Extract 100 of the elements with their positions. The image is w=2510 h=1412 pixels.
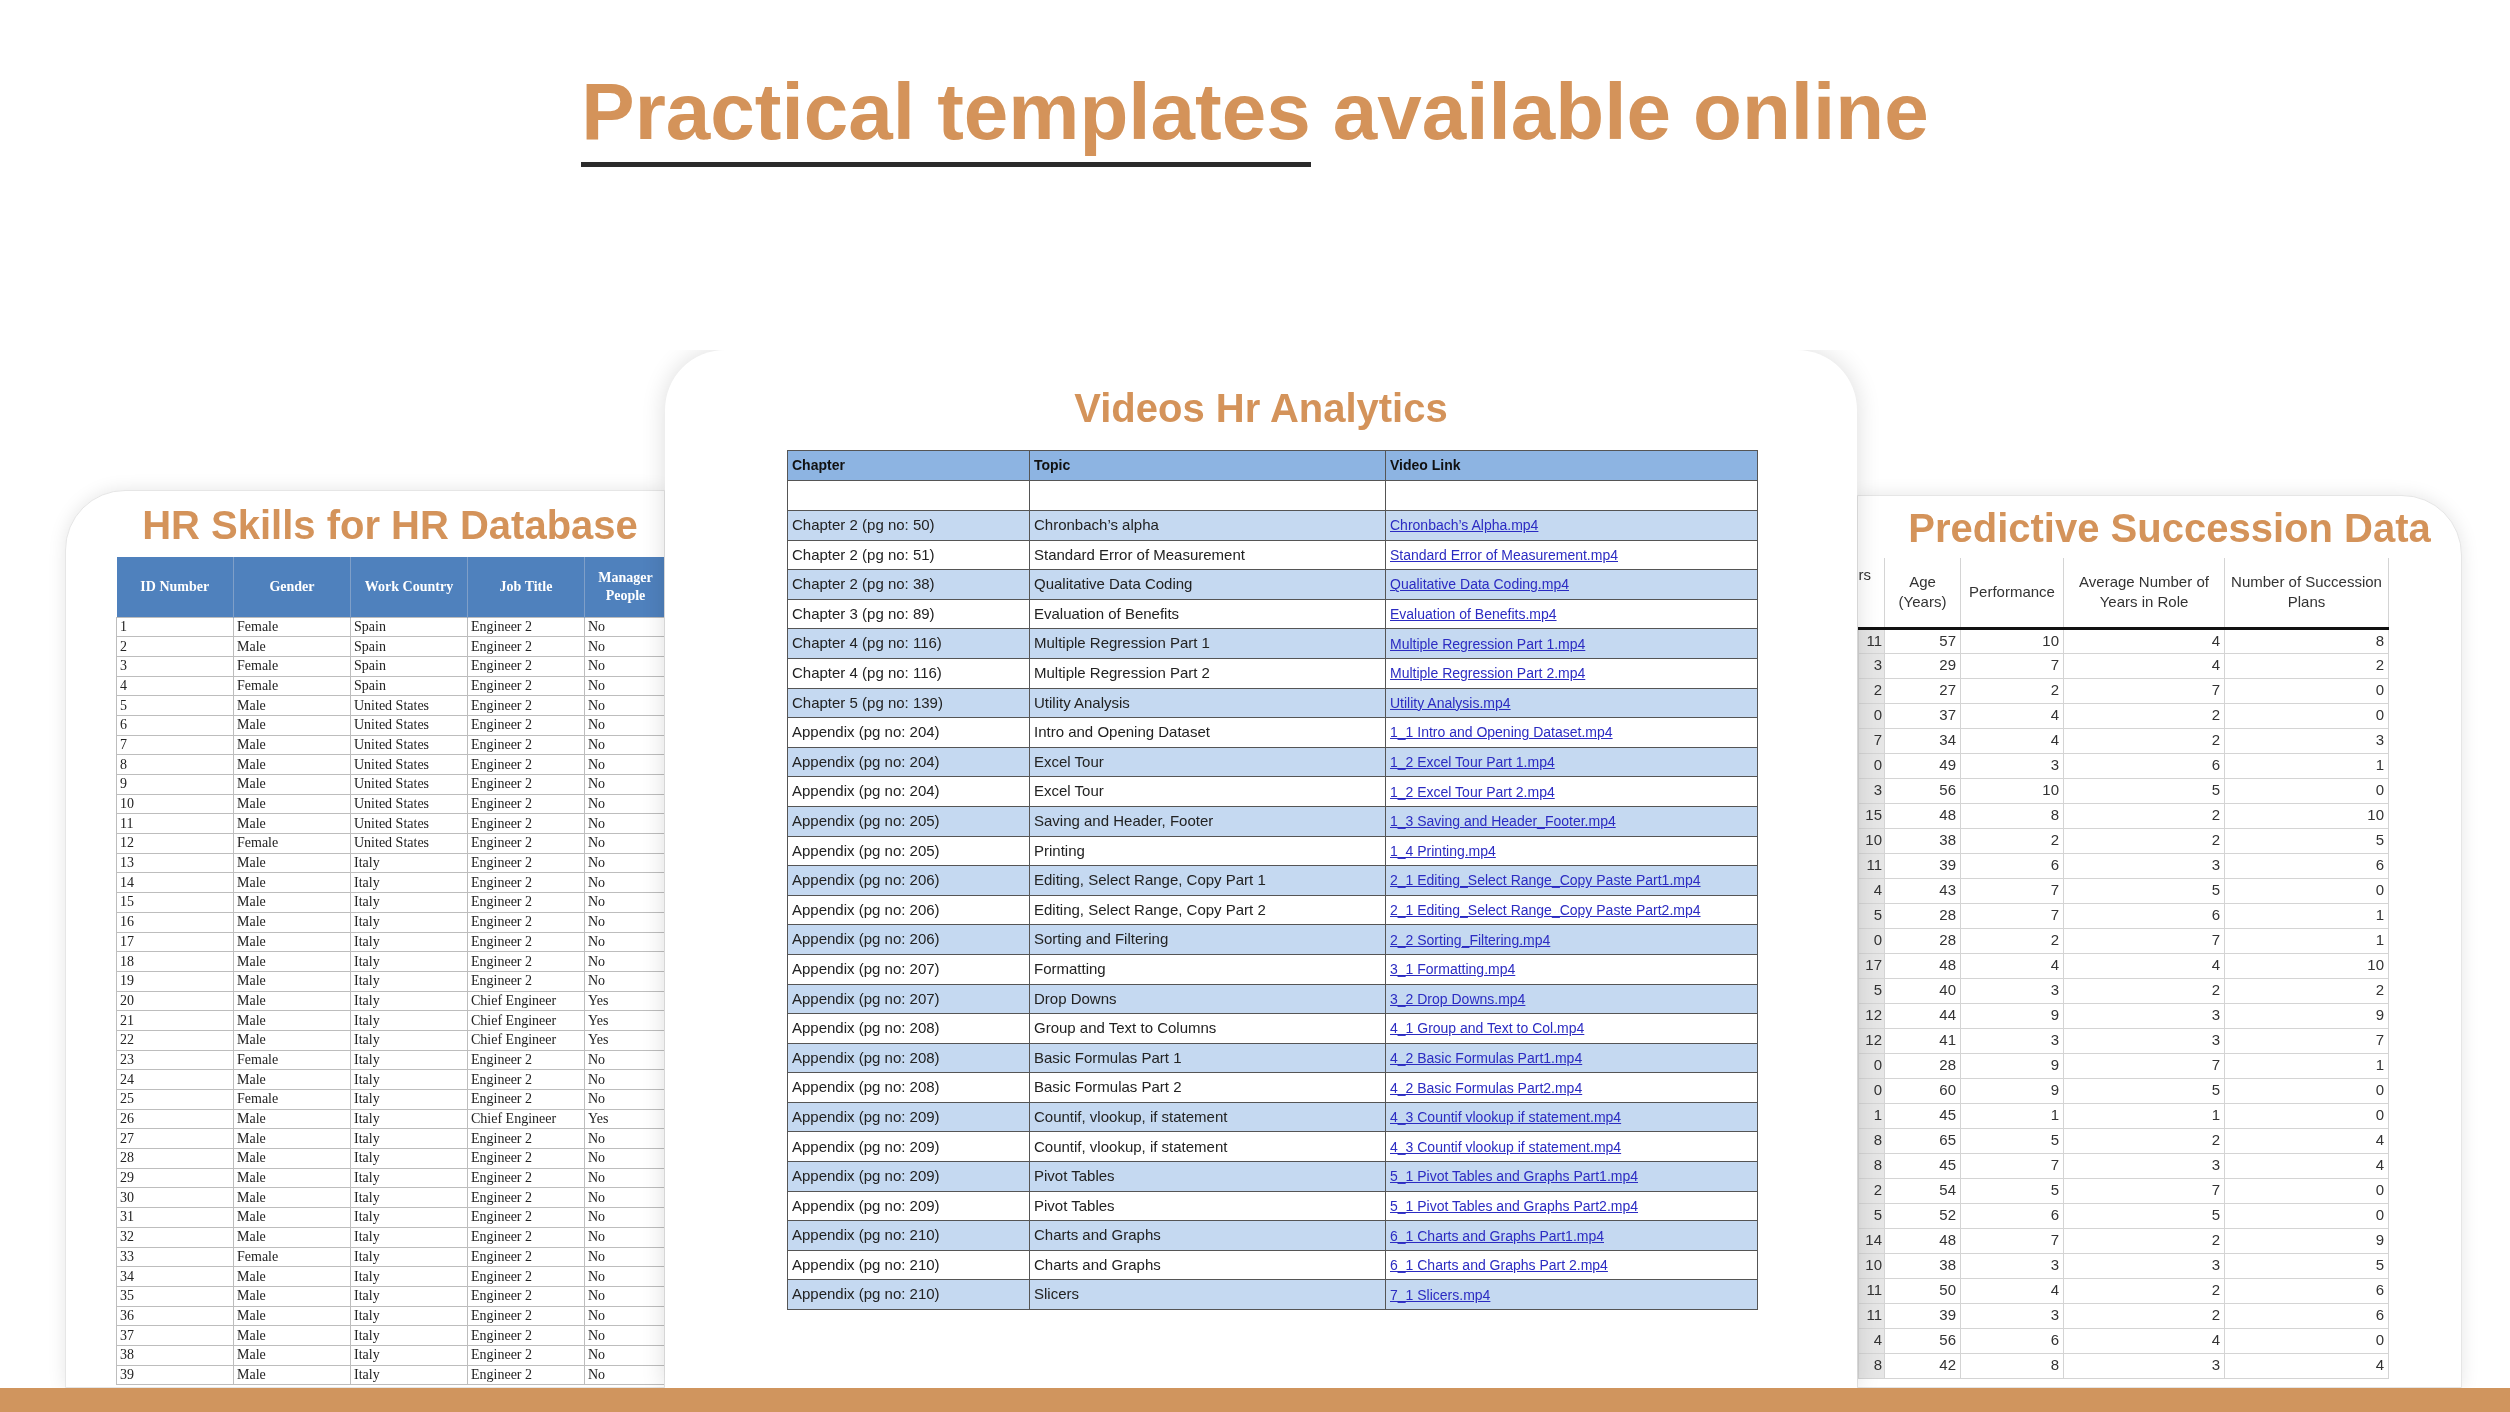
- video-link[interactable]: Standard Error of Measurement.mp4: [1390, 546, 1618, 563]
- table-cell: 3: [2063, 1353, 2225, 1378]
- table-cell: 0: [2224, 1103, 2389, 1128]
- table-cell: Spain: [350, 617, 468, 637]
- table-cell: 0: [2224, 778, 2389, 803]
- video-link[interactable]: Utility Analysis.mp4: [1390, 694, 1511, 711]
- table-cell: Chapter 4 (pg no: 116): [787, 628, 1030, 659]
- panel-title: Predictive Succession Data: [1907, 505, 2432, 552]
- table-cell: Italy: [350, 892, 468, 913]
- table-cell: 27: [116, 1128, 234, 1149]
- table-cell: 6: [2063, 903, 2225, 928]
- table-cell: Male: [233, 1286, 351, 1307]
- video-link[interactable]: 1_2 Excel Tour Part 2.mp4: [1390, 783, 1555, 800]
- table-cell: Appendix (pg no: 210): [787, 1279, 1030, 1310]
- video-link[interactable]: 2_2 Sorting_Filtering.mp4: [1390, 931, 1551, 948]
- table-cell: 2: [2063, 703, 2225, 728]
- video-link[interactable]: 7_1 Slicers.mp4: [1390, 1286, 1491, 1303]
- table-cell: 8: [116, 754, 234, 775]
- table-cell: 8: [1858, 1128, 1885, 1153]
- video-link[interactable]: 4_2 Basic Formulas Part2.mp4: [1390, 1079, 1583, 1096]
- table-cell: 0: [1858, 1078, 1885, 1103]
- video-link[interactable]: Multiple Regression Part 1.mp4: [1390, 635, 1586, 652]
- video-link[interactable]: Multiple Regression Part 2.mp4: [1390, 665, 1586, 682]
- video-link[interactable]: 1_3 Saving and Header_Footer.mp4: [1390, 813, 1616, 830]
- table-cell: 6: [1960, 1328, 2064, 1353]
- table-cell: 40: [1884, 978, 1961, 1003]
- table-cell: 30: [116, 1187, 234, 1208]
- table-cell: 24: [116, 1069, 234, 1090]
- table-cell: Basic Formulas Part 2: [1029, 1072, 1386, 1103]
- table-cell: Engineer 2: [467, 892, 585, 913]
- video-link[interactable]: 2_1 Editing_Select Range_Copy Paste Part1.mp4: [1390, 872, 1701, 889]
- table-cell: 5: [2224, 828, 2389, 853]
- table-cell: Appendix (pg no: 206): [787, 924, 1030, 955]
- table-cell: Male: [233, 754, 351, 775]
- table-cell: 6: [2224, 1278, 2389, 1303]
- video-link[interactable]: 5_1 Pivot Tables and Graphs Part2.mp4: [1390, 1197, 1638, 1214]
- column-header: Job Title: [467, 557, 585, 617]
- video-link[interactable]: 3_2 Drop Downs.mp4: [1390, 990, 1526, 1007]
- table-cell: United States: [350, 833, 468, 854]
- table-cell: 6: [1960, 853, 2064, 878]
- table-cell: 4: [2063, 1328, 2225, 1353]
- table-cell: Engineer 2: [467, 1306, 585, 1326]
- video-link[interactable]: 1_1 Intro and Opening Dataset.mp4: [1390, 724, 1613, 741]
- table-cell: Italy: [350, 1207, 468, 1228]
- video-link[interactable]: 1_2 Excel Tour Part 1.mp4: [1390, 754, 1555, 771]
- table-cell: 9: [1960, 1078, 2064, 1103]
- table-cell: 12: [1858, 1003, 1885, 1028]
- video-link[interactable]: Qualitative Data Coding.mp4: [1390, 576, 1569, 593]
- table-cell: Male: [233, 1168, 351, 1188]
- table-cell: Appendix (pg no: 207): [787, 984, 1030, 1014]
- table-cell: 0: [1858, 703, 1885, 728]
- table-cell: 34: [116, 1266, 234, 1287]
- video-link[interactable]: Chronbach’s Alpha.mp4: [1390, 517, 1539, 534]
- table-cell: Excel Tour: [1029, 747, 1386, 777]
- video-link[interactable]: 1_4 Printing.mp4: [1390, 842, 1496, 859]
- table-cell: 17: [1858, 953, 1885, 978]
- table-cell: 4: [1960, 728, 2064, 753]
- video-link[interactable]: 6_1 Charts and Graphs Part 2.mp4: [1390, 1257, 1608, 1274]
- video-link[interactable]: 4_1 Group and Text to Col.mp4: [1390, 1020, 1585, 1037]
- table-cell: 26: [116, 1109, 234, 1129]
- table-cell: 4: [1960, 953, 2064, 978]
- table-cell: 28: [1884, 928, 1961, 953]
- table-cell: 10: [1858, 1253, 1885, 1278]
- table-cell: 56: [1884, 1328, 1961, 1353]
- table-cell: Engineer 2: [467, 1168, 585, 1188]
- table-cell: Engineer 2: [467, 951, 585, 972]
- table-cell: 15: [116, 892, 234, 913]
- table-cell: Male: [233, 872, 351, 893]
- table-cell: 0: [2224, 1203, 2389, 1228]
- video-link[interactable]: 4_3 Countif vlookup if statement.mp4: [1390, 1109, 1622, 1126]
- table-cell: 39: [1884, 1303, 1961, 1328]
- table-cell: 4: [2224, 1353, 2389, 1378]
- table-cell: 10: [116, 794, 234, 814]
- table-cell: 4: [2224, 1128, 2389, 1153]
- table-cell: 4: [2224, 1153, 2389, 1178]
- table-cell: Appendix (pg no: 207): [787, 954, 1030, 984]
- table-cell: Italy: [350, 1089, 468, 1110]
- table-cell: 2: [1858, 678, 1885, 703]
- video-link[interactable]: 4_3 Countif vlookup if statement.mp4: [1390, 1138, 1622, 1155]
- table-cell: 11: [1858, 1278, 1885, 1303]
- table-cell: Sorting and Filtering: [1029, 924, 1386, 955]
- table-cell: 65: [1884, 1128, 1961, 1153]
- table-cell: 39: [1884, 853, 1961, 878]
- video-link[interactable]: 6_1 Charts and Graphs Part1.mp4: [1390, 1227, 1604, 1244]
- table-cell: 1: [1960, 1103, 2064, 1128]
- table-cell: 5: [2063, 878, 2225, 903]
- video-link[interactable]: 2_1 Editing_Select Range_Copy Paste Part2.mp4: [1390, 902, 1701, 918]
- video-link[interactable]: 3_1 Formatting.mp4: [1390, 961, 1516, 978]
- table-cell: Engineer 2: [467, 1365, 585, 1385]
- table-cell: Male: [233, 1187, 351, 1208]
- table-cell: Engineer 2: [467, 636, 585, 657]
- table-cell: 10: [1960, 628, 2064, 653]
- table-cell: Italy: [350, 1286, 468, 1307]
- table-cell: 45: [1884, 1103, 1961, 1128]
- video-link[interactable]: 4_2 Basic Formulas Part1.mp4: [1390, 1050, 1583, 1066]
- video-link[interactable]: 5_1 Pivot Tables and Graphs Part1.mp4: [1390, 1168, 1638, 1185]
- table-cell: 1: [2063, 1103, 2225, 1128]
- table-cell: 6: [2224, 1303, 2389, 1328]
- video-link[interactable]: Evaluation of Benefits.mp4: [1390, 606, 1557, 623]
- table-cell: 52: [1884, 1203, 1961, 1228]
